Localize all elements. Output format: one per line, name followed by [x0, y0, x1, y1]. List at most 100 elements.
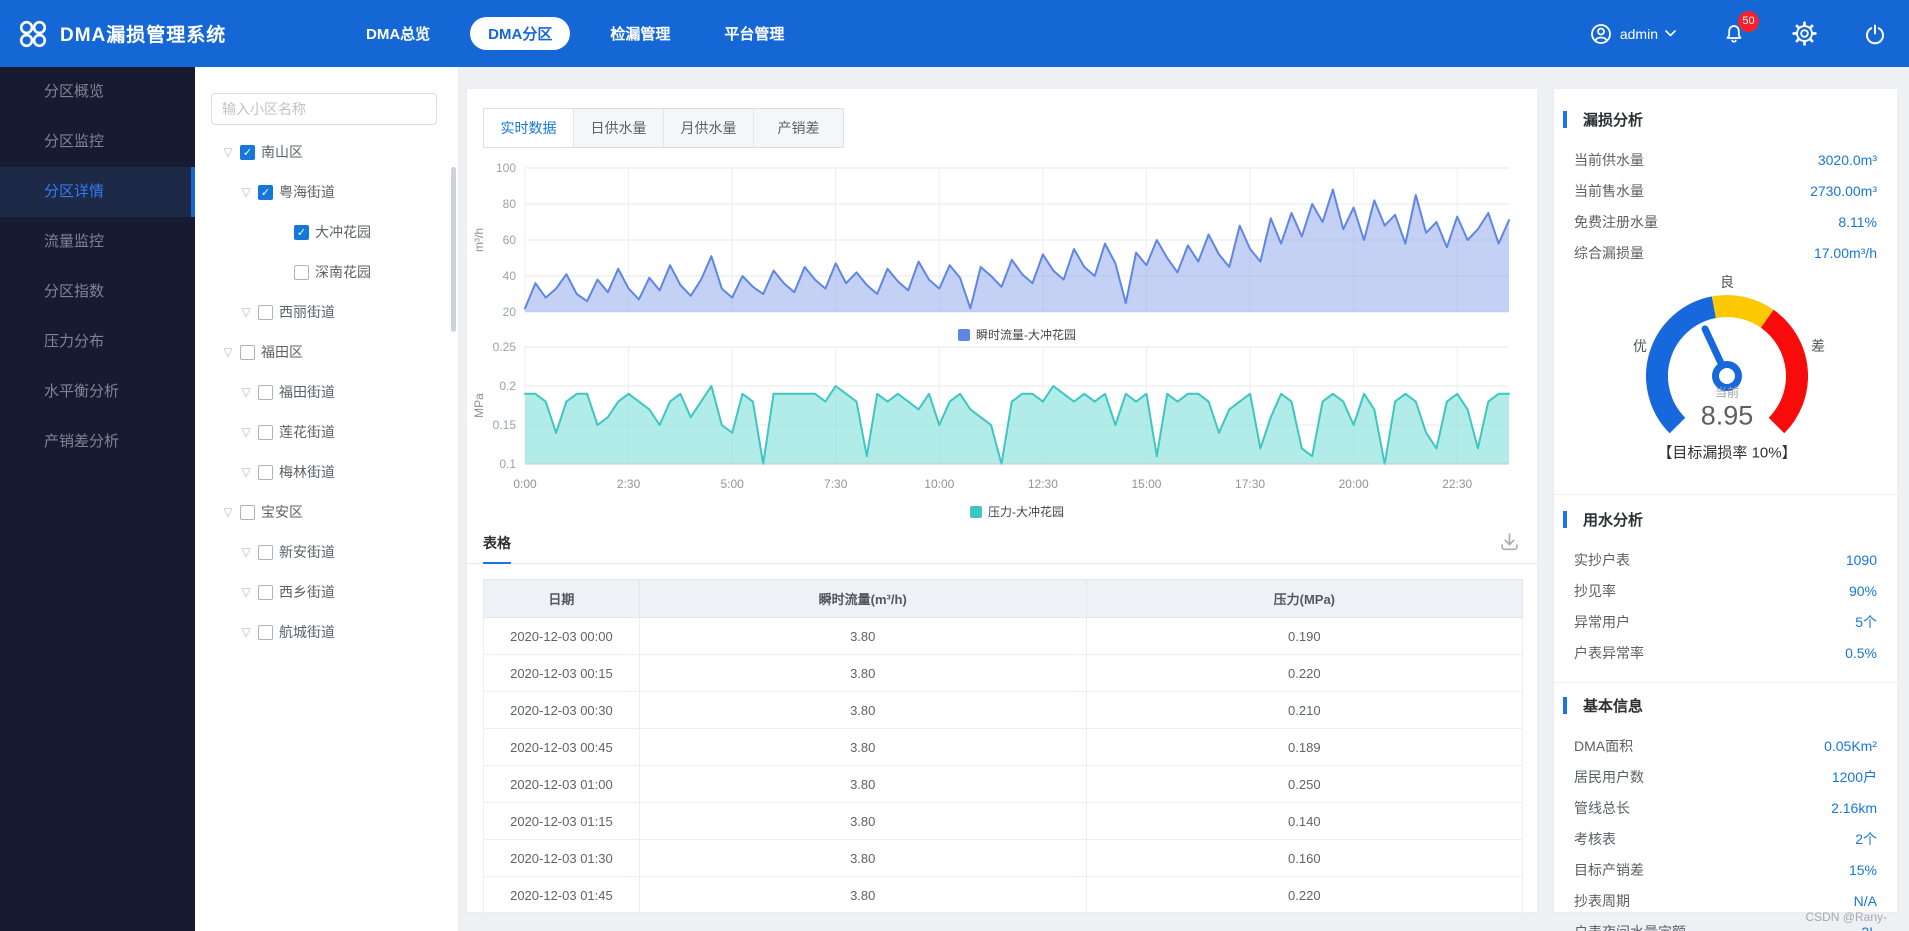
kv-label: 当前售水量 — [1574, 181, 1644, 201]
svg-text:0.1: 0.1 — [499, 457, 516, 471]
table-header-cell: 日期 — [484, 580, 640, 618]
tree-expand-icon[interactable]: ▽ — [239, 425, 253, 439]
clover-logo-icon — [18, 19, 48, 49]
tree-node-label: 宝安区 — [261, 502, 303, 522]
sidebar-item-分区详情[interactable]: 分区详情 — [0, 167, 195, 217]
sidebar-item-分区概览[interactable]: 分区概览 — [0, 67, 195, 117]
kv-row: 居民用户数1200户 — [1574, 761, 1877, 792]
tree-expand-icon[interactable]: ▽ — [221, 345, 235, 359]
sidebar-item-分区监控[interactable]: 分区监控 — [0, 117, 195, 167]
kv-row: 综合漏损量17.00m³/h — [1574, 237, 1877, 268]
gauge-zone-mid: 良 — [1720, 272, 1734, 292]
table-header-cell: 瞬时流量(m³/h) — [639, 580, 1086, 618]
sidebar-item-产销差分析[interactable]: 产销差分析 — [0, 417, 195, 467]
tree-node-南山区[interactable]: ▽✓南山区 — [195, 132, 458, 172]
kv-label: DMA面积 — [1574, 736, 1633, 756]
tree-expand-icon[interactable]: ▽ — [221, 145, 235, 159]
tree-node-大冲花园[interactable]: ✓大冲花园 — [195, 212, 458, 252]
tree-checkbox[interactable] — [258, 465, 273, 480]
svg-text:22:30: 22:30 — [1442, 477, 1472, 491]
tree-expand-icon[interactable]: ▽ — [239, 625, 253, 639]
tree-expand-icon[interactable]: ▽ — [239, 545, 253, 559]
table-cell: 2020-12-03 00:30 — [484, 692, 640, 729]
table-row[interactable]: 2020-12-03 00:003.800.190 — [484, 618, 1523, 655]
tree-node-西乡街道[interactable]: ▽西乡街道 — [195, 572, 458, 612]
tree-node-新安街道[interactable]: ▽ 新安街道 — [195, 532, 458, 572]
tree-scrollbar[interactable] — [451, 167, 456, 332]
tab-table[interactable]: 表格 — [483, 533, 511, 564]
tab-月供水量[interactable]: 月供水量 — [664, 109, 754, 147]
tree-checkbox[interactable] — [240, 505, 255, 520]
kv-label: 管线总长 — [1574, 798, 1630, 818]
kv-row: 当前供水量3020.0m³ — [1574, 144, 1877, 175]
table-row[interactable]: 2020-12-03 01:453.800.220 — [484, 877, 1523, 914]
sidebar-item-水平衡分析[interactable]: 水平衡分析 — [0, 367, 195, 417]
table-row[interactable]: 2020-12-03 01:003.800.250 — [484, 766, 1523, 803]
tree-expand-icon[interactable]: ▽ — [221, 505, 235, 519]
water-analysis-title: 用水分析 — [1574, 509, 1877, 530]
tree-checkbox[interactable]: ✓ — [294, 225, 309, 240]
tree-node-梅林街道[interactable]: ▽梅林街道 — [195, 452, 458, 492]
tree-node-莲花街道[interactable]: ▽莲花街道 — [195, 412, 458, 452]
divider — [1554, 682, 1897, 683]
svg-text:2:30: 2:30 — [617, 477, 641, 491]
nav-item-检漏管理[interactable]: 检漏管理 — [596, 17, 684, 50]
nav-item-DMA总览[interactable]: DMA总览 — [352, 17, 444, 50]
tree-checkbox[interactable] — [258, 425, 273, 440]
tree-checkbox[interactable] — [258, 545, 273, 560]
tree-expand-icon[interactable]: ▽ — [239, 185, 253, 199]
table-row[interactable]: 2020-12-03 00:153.800.220 — [484, 655, 1523, 692]
kv-label: 户表异常率 — [1574, 643, 1644, 663]
tree-node-福田街道[interactable]: ▽福田街道 — [195, 372, 458, 412]
tree-checkbox[interactable] — [240, 345, 255, 360]
search-input[interactable] — [211, 93, 437, 125]
tree-checkbox[interactable] — [258, 585, 273, 600]
tree-expand-icon[interactable]: ▽ — [239, 305, 253, 319]
sidebar-item-分区指数[interactable]: 分区指数 — [0, 267, 195, 317]
pressure-chart[interactable]: 0:002:305:007:3010:0012:3015:0017:3020:0… — [467, 339, 1531, 507]
tree-node-航城街道[interactable]: ▽航城街道 — [195, 612, 458, 652]
tab-实时数据[interactable]: 实时数据 — [484, 109, 574, 147]
download-button[interactable] — [1498, 531, 1521, 559]
table-row[interactable]: 2020-12-03 00:303.800.210 — [484, 692, 1523, 729]
kv-row: 抄见率90% — [1574, 575, 1877, 606]
table-row[interactable]: 2020-12-03 01:153.800.140 — [484, 803, 1523, 840]
leak-analysis-list: 当前供水量3020.0m³当前售水量2730.00m³免费注册水量8.11%综合… — [1574, 144, 1877, 268]
tree-node-西丽街道[interactable]: ▽西丽街道 — [195, 292, 458, 332]
tree-checkbox[interactable] — [258, 625, 273, 640]
tree-checkbox[interactable] — [258, 305, 273, 320]
tree-node-粤海街道[interactable]: ▽✓粤海街道 — [195, 172, 458, 212]
user-menu[interactable]: admin — [1589, 22, 1676, 46]
table-row[interactable]: 2020-12-03 01:303.800.160 — [484, 840, 1523, 877]
table-row[interactable]: 2020-12-03 00:453.800.189 — [484, 729, 1523, 766]
flow-chart[interactable]: 20406080100m³/h — [467, 156, 1531, 326]
tab-日供水量[interactable]: 日供水量 — [574, 109, 664, 147]
tree-node-福田区[interactable]: ▽福田区 — [195, 332, 458, 372]
sidebar-item-流量监控[interactable]: 流量监控 — [0, 217, 195, 267]
tree-node-label: 新安街道 — [279, 542, 335, 562]
navbar-actions: admin 50 — [1589, 0, 1887, 67]
table-cell: 3.80 — [639, 692, 1086, 729]
kv-value: 3020.0m³ — [1818, 152, 1877, 168]
tree-expand-icon[interactable]: ▽ — [239, 385, 253, 399]
tree-checkbox[interactable] — [294, 265, 309, 280]
tree-node-宝安区[interactable]: ▽ 宝安区 — [195, 492, 458, 532]
table-cell: 0.160 — [1086, 840, 1522, 877]
svg-text:17:30: 17:30 — [1235, 477, 1265, 491]
tree-expand-icon[interactable]: ▽ — [239, 585, 253, 599]
tab-产销差[interactable]: 产销差 — [754, 109, 843, 147]
tree-checkbox[interactable] — [258, 385, 273, 400]
pressure-chart-legend[interactable]: 压力-大冲花园 — [525, 503, 1509, 520]
logout-power-button[interactable] — [1863, 22, 1887, 46]
table-cell: 0.220 — [1086, 877, 1522, 914]
nav-item-DMA分区[interactable]: DMA分区 — [470, 17, 570, 50]
sidebar-item-压力分布[interactable]: 压力分布 — [0, 317, 195, 367]
kv-label: 异常用户 — [1574, 612, 1630, 632]
tree-node-深南花园[interactable]: 深南花园 — [195, 252, 458, 292]
notification-bell-button[interactable]: 50 — [1722, 22, 1746, 46]
nav-item-平台管理[interactable]: 平台管理 — [710, 17, 798, 50]
tree-checkbox[interactable]: ✓ — [258, 185, 273, 200]
tree-expand-icon[interactable]: ▽ — [239, 465, 253, 479]
tree-checkbox[interactable]: ✓ — [240, 145, 255, 160]
settings-button[interactable] — [1792, 21, 1817, 46]
